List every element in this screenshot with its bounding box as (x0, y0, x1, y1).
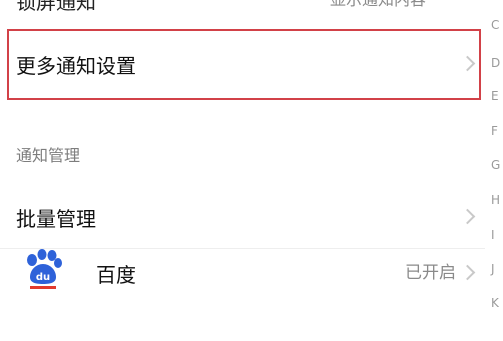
alphabet-index-bar[interactable]: C D E F G H I J K (491, 0, 503, 341)
baidu-logo-text: du (36, 272, 50, 283)
index-letter[interactable]: G (491, 158, 500, 172)
index-letter[interactable]: D (491, 56, 500, 70)
index-letter[interactable]: C (491, 18, 499, 32)
top-partial-title: 锁屏通知 (16, 0, 96, 14)
top-partial-row[interactable]: 锁屏通知 显示通知内容 (0, 0, 503, 16)
index-letter[interactable]: I (491, 228, 495, 242)
baidu-paw-icon: du (27, 249, 62, 289)
top-partial-value: 显示通知内容 (330, 0, 426, 10)
chevron-right-icon (459, 264, 476, 281)
index-letter[interactable]: J (491, 262, 495, 276)
app-name: 百度 (96, 263, 136, 287)
index-letter[interactable]: H (491, 193, 500, 207)
index-letter[interactable]: F (491, 124, 498, 138)
chevron-right-icon (459, 208, 476, 225)
highlight-box (7, 29, 481, 100)
index-letter[interactable]: K (491, 296, 499, 310)
index-letter[interactable]: E (491, 89, 499, 103)
section-header-notification-management: 通知管理 (16, 146, 81, 165)
batch-manage-row[interactable]: 批量管理 (0, 186, 485, 246)
status-enabled: 已开启 (405, 263, 456, 283)
batch-manage-label: 批量管理 (16, 207, 96, 231)
